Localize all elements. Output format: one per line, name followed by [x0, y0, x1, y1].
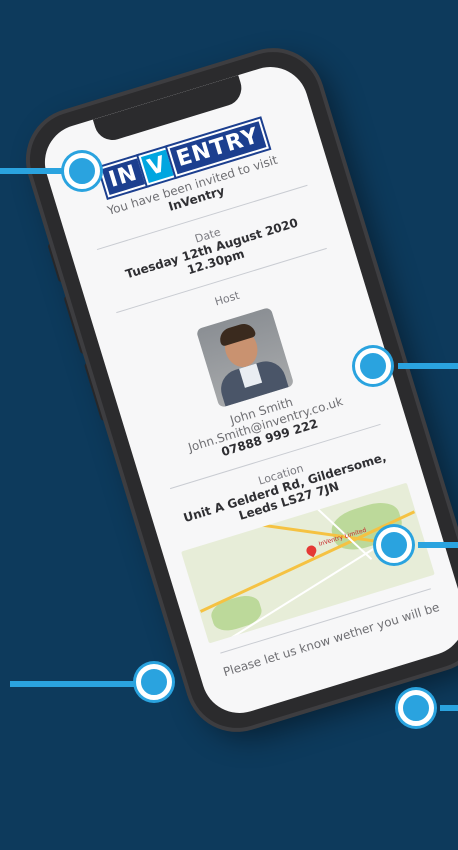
- callout-line: [398, 363, 458, 369]
- map-park: [208, 591, 265, 635]
- callout-line: [10, 681, 135, 687]
- callout-dot: [136, 664, 172, 700]
- callout-line: [440, 705, 458, 711]
- callout-line: [0, 168, 70, 174]
- callout-dot: [64, 153, 100, 189]
- promo-scene: IN V ENTRY You have been invited to visit …: [0, 0, 458, 850]
- callout-dot: [376, 527, 412, 563]
- callout-dot: [398, 690, 434, 726]
- host-avatar: [195, 306, 295, 409]
- map-road: [199, 510, 416, 613]
- callout-dot: [355, 348, 391, 384]
- callout-line: [418, 542, 458, 548]
- phone-mockup: IN V ENTRY You have been invited to visit …: [17, 40, 458, 740]
